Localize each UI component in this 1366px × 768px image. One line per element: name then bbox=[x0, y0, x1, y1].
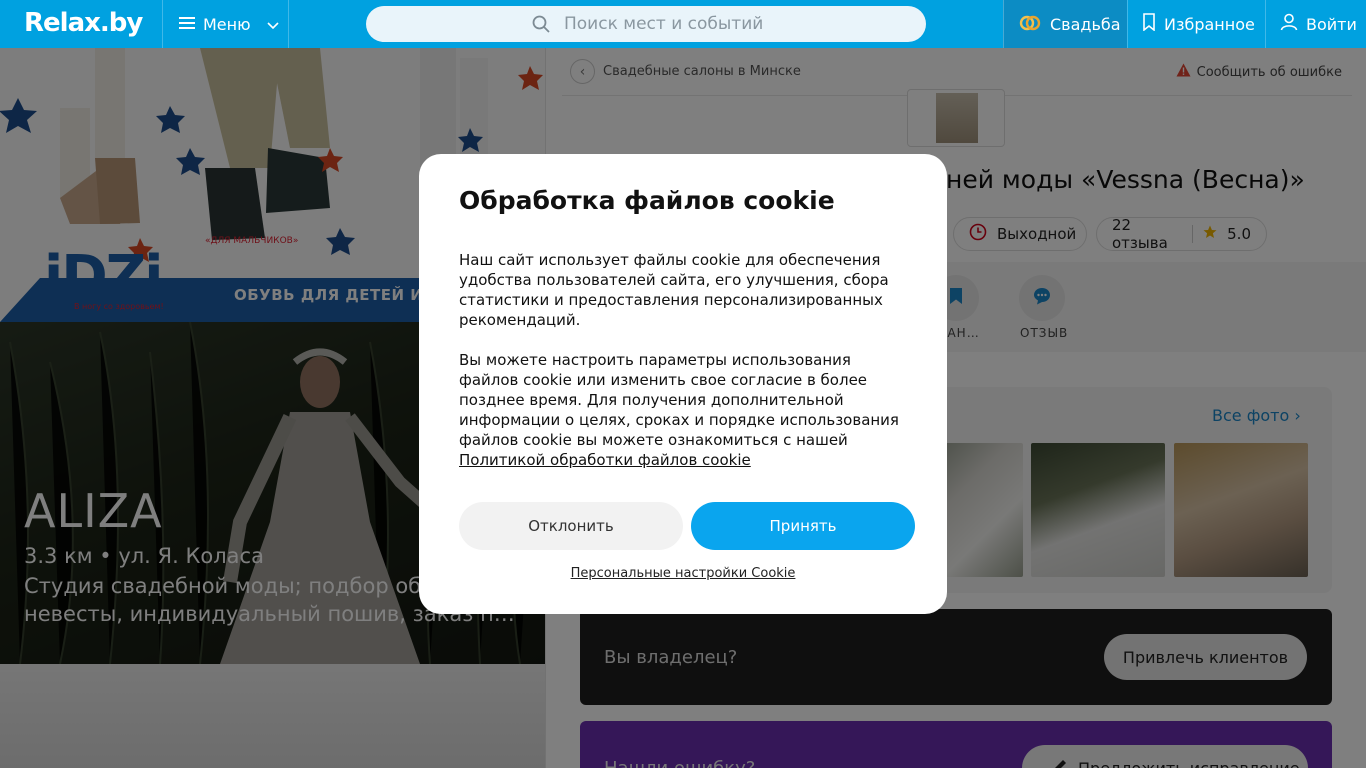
cookie-paragraph-2-text: Вы можете настроить параметры использова… bbox=[459, 351, 899, 449]
nav-favorites-label: Избранное bbox=[1164, 14, 1255, 34]
nav-wedding[interactable]: Свадьба bbox=[1003, 0, 1127, 48]
cookie-dialog-title: Обработка файлов cookie bbox=[459, 186, 835, 215]
menu-label: Меню bbox=[203, 14, 251, 34]
cookie-paragraph-1: Наш сайт использует файлы cookie для обе… bbox=[459, 251, 889, 329]
cookie-paragraph-2: Вы можете настроить параметры использова… bbox=[459, 350, 909, 470]
search-input[interactable]: Поиск мест и событий bbox=[366, 6, 926, 42]
accept-button[interactable]: Принять bbox=[691, 502, 915, 550]
nav-login[interactable]: Войти bbox=[1265, 0, 1366, 48]
cookie-settings-link[interactable]: Персональные настройки Cookie bbox=[419, 566, 947, 581]
site-logo[interactable]: Relax.by bbox=[24, 8, 143, 38]
menu-button[interactable]: Меню bbox=[162, 0, 289, 48]
bookmark-icon bbox=[1142, 13, 1156, 35]
nav-wedding-label: Свадьба bbox=[1050, 14, 1121, 34]
top-header: Relax.by Меню Поиск мест и событий Свадь… bbox=[0, 0, 1366, 48]
cookie-policy-link[interactable]: Политикой обработки файлов cookie bbox=[459, 451, 751, 469]
chevron-down-icon bbox=[267, 15, 279, 34]
search-icon bbox=[532, 15, 550, 38]
decline-button[interactable]: Отклонить bbox=[459, 502, 683, 550]
rings-icon bbox=[1018, 12, 1042, 36]
nav-favorites[interactable]: Избранное bbox=[1127, 0, 1265, 48]
cookie-consent-dialog: Обработка файлов cookie Наш сайт использ… bbox=[419, 154, 947, 614]
user-icon bbox=[1280, 13, 1298, 35]
nav-login-label: Войти bbox=[1306, 14, 1357, 34]
hamburger-icon bbox=[179, 15, 195, 34]
search-placeholder: Поиск мест и событий bbox=[564, 14, 764, 34]
